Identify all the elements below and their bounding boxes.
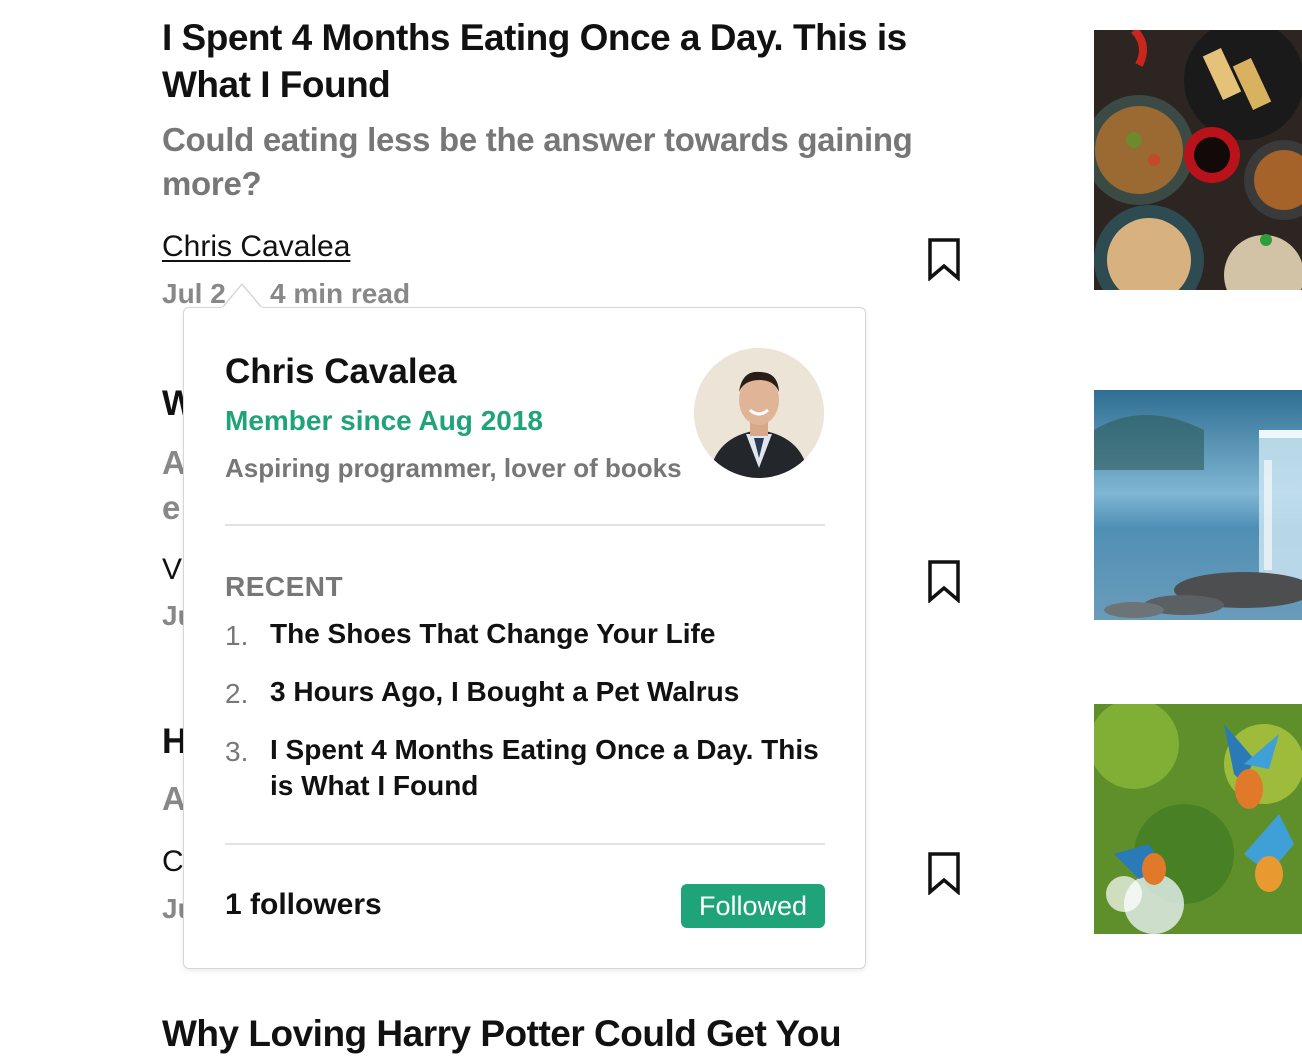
recent-number: 1.	[225, 620, 249, 651]
kingfisher-image	[1094, 704, 1302, 934]
recent-number: 3.	[225, 736, 249, 767]
article-2-author-link[interactable]: V	[162, 553, 182, 587]
article-1-date: Jul 2	[162, 278, 226, 309]
popover-arrow	[222, 282, 262, 308]
recent-article-link[interactable]: 3 Hours Ago, I Bought a Pet Walrus	[270, 674, 739, 710]
author-bio: Aspiring programmer, lover of books	[225, 453, 682, 483]
water-glass-image	[1094, 390, 1302, 620]
article-1-read-time: 4 min read	[270, 278, 411, 309]
article-2-thumbnail[interactable]	[1094, 390, 1302, 620]
member-since: Member since Aug 2018	[225, 405, 543, 436]
recent-article-link[interactable]: I Spent 4 Months Eating Once a Day. This…	[270, 732, 830, 804]
author-photo	[694, 348, 824, 478]
article-2-subtitle-line2: e	[162, 489, 181, 526]
recent-label: RECENT	[225, 571, 344, 602]
recent-number: 2.	[225, 678, 249, 709]
article-3-thumbnail[interactable]	[1094, 704, 1302, 934]
article-3-author-link[interactable]: C	[162, 845, 184, 879]
divider	[225, 524, 825, 526]
food-image	[1094, 30, 1302, 290]
followed-button[interactable]: Followed	[681, 884, 825, 928]
article-1-subtitle: Could eating less be the answer towards …	[162, 121, 913, 202]
article-1-thumbnail[interactable]	[1094, 30, 1302, 290]
article-1-title[interactable]: I Spent 4 Months Eating Once a Day. This…	[162, 14, 962, 108]
article-4-title[interactable]: Why Loving Harry Potter Could Get You	[162, 1010, 982, 1057]
divider	[225, 843, 825, 845]
avatar[interactable]	[694, 348, 824, 478]
author-popover: Chris Cavalea Member since Aug 2018 Aspi…	[183, 307, 866, 969]
followers-count[interactable]: 1 followers	[225, 888, 382, 922]
recent-article-link[interactable]: The Shoes That Change Your Life	[270, 616, 715, 652]
bookmark-icon[interactable]	[927, 851, 961, 895]
bookmark-icon[interactable]	[927, 559, 961, 603]
popover-author-name[interactable]: Chris Cavalea	[225, 352, 457, 392]
bookmark-icon[interactable]	[927, 237, 961, 281]
article-1-author-link[interactable]: Chris Cavalea	[162, 230, 350, 264]
